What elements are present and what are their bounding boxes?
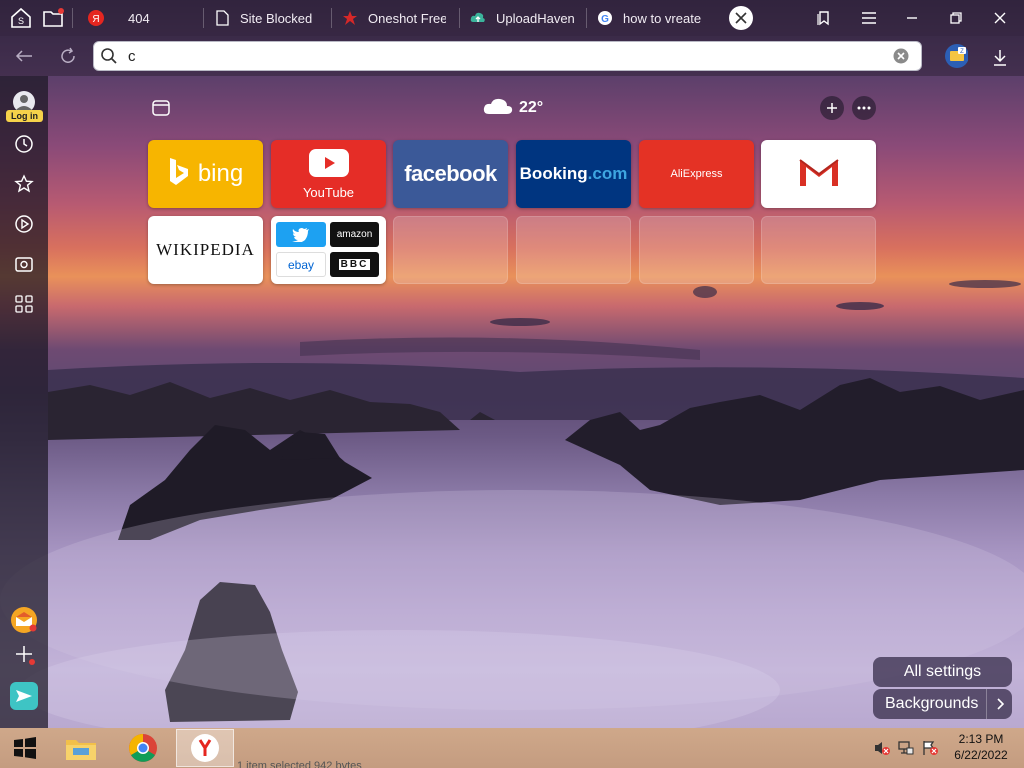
clock-date: 6/22/2022 <box>954 748 1008 762</box>
tab-label: how to vreate <box>623 10 702 26</box>
tab-view-icon[interactable] <box>150 97 172 119</box>
close-tab-icon[interactable] <box>729 6 753 30</box>
tab-oneshot[interactable]: Oneshot Free <box>342 0 446 36</box>
tab-google-search[interactable]: G how to vreate <box>597 0 705 36</box>
bbc-mini-tile: BBC <box>330 252 379 277</box>
login-label[interactable]: Log in <box>6 110 43 122</box>
restore-icon[interactable] <box>944 6 968 30</box>
tile-empty[interactable] <box>393 216 508 284</box>
home-icon[interactable]: S <box>8 5 34 31</box>
taskbar-clock[interactable]: 2:13 PM 6/22/2022 <box>946 731 1016 763</box>
clear-input-icon[interactable] <box>893 48 909 69</box>
page-icon <box>214 10 230 26</box>
messenger-app-icon[interactable] <box>10 682 38 710</box>
tab-uploadhaven[interactable]: UploadHaven <box>470 0 580 36</box>
tab-label: Oneshot Free <box>368 10 446 26</box>
new-tab-folder-icon[interactable] <box>40 5 66 31</box>
add-tile-button[interactable] <box>820 96 844 120</box>
tile-label: WIKIPEDIA <box>156 240 255 259</box>
bookmarks-star-icon[interactable] <box>12 172 36 196</box>
bbc-label: BBC <box>338 259 371 270</box>
tab-404[interactable]: Я 404 <box>88 0 198 36</box>
close-window-icon[interactable] <box>988 6 1012 30</box>
tile-group-folder[interactable]: amazon ebay BBC <box>271 216 386 284</box>
search-icon <box>100 47 118 70</box>
uploadhaven-icon <box>470 10 486 26</box>
svg-text:Я: Я <box>92 14 99 25</box>
downloads-icon[interactable] <box>988 46 1012 70</box>
svg-text:S: S <box>18 16 24 26</box>
yandex-browser-icon[interactable] <box>176 729 234 767</box>
file-explorer-icon[interactable] <box>52 729 110 767</box>
mail-notification-icon[interactable]: Z <box>944 44 968 68</box>
mail-app-icon[interactable] <box>10 606 38 634</box>
chrome-icon[interactable] <box>114 729 172 767</box>
status-text: 1 item selected 942 bytes <box>237 760 362 768</box>
chevron-right-icon[interactable] <box>986 689 1012 719</box>
twitter-icon <box>276 222 326 247</box>
weather-temperature: 22° <box>519 99 544 116</box>
collections-icon[interactable] <box>812 6 836 30</box>
video-play-icon[interactable] <box>12 212 36 236</box>
screenshot-icon[interactable] <box>12 252 36 276</box>
yandex-icon: Я <box>88 10 104 26</box>
apps-grid-icon[interactable] <box>12 292 36 316</box>
tile-label: AliExpress <box>670 168 723 180</box>
tab-bar: S Я 404 Site Blocked Oneshot Free Upload… <box>0 0 1024 36</box>
google-icon: G <box>597 10 613 26</box>
svg-text:Z: Z <box>960 49 964 55</box>
tile-wikipedia[interactable]: WIKIPEDIA <box>148 216 263 284</box>
tile-gmail[interactable] <box>761 140 876 208</box>
tile-aliexpress[interactable]: AliExpress <box>639 140 754 208</box>
button-label: Backgrounds <box>885 695 979 712</box>
tile-label: bing <box>197 160 244 187</box>
youtube-play-icon <box>308 148 349 182</box>
oneshot-icon <box>342 10 358 26</box>
back-icon[interactable] <box>12 44 36 68</box>
tile-booking[interactable]: Booking .com <box>516 140 631 208</box>
action-center-flag-icon[interactable] <box>921 740 939 761</box>
weather-widget[interactable]: 22° <box>483 96 543 120</box>
all-settings-button[interactable]: All settings <box>873 657 1012 687</box>
address-bar[interactable] <box>93 41 922 71</box>
tile-label: Booking <box>519 164 588 183</box>
tile-empty[interactable] <box>639 216 754 284</box>
add-app-icon[interactable] <box>12 642 36 666</box>
windows-start-icon[interactable] <box>0 729 50 767</box>
history-icon[interactable] <box>12 132 36 156</box>
address-input[interactable] <box>128 44 888 68</box>
ebay-mini-tile: ebay <box>276 252 326 277</box>
volume-muted-icon[interactable] <box>873 740 891 761</box>
amazon-mini-tile: amazon <box>330 222 379 247</box>
tile-label-suffix: .com <box>587 164 628 183</box>
gmail-icon <box>797 155 840 193</box>
tile-bing[interactable]: bing <box>148 140 263 208</box>
backgrounds-button[interactable]: Backgrounds <box>873 689 1012 719</box>
tile-youtube[interactable]: YouTube <box>271 140 386 208</box>
network-icon[interactable] <box>897 740 915 761</box>
tab-site-blocked[interactable]: Site Blocked <box>214 0 328 36</box>
svg-text:G: G <box>601 14 609 25</box>
tile-facebook[interactable]: facebook <box>393 140 508 208</box>
tab-label: 404 <box>128 10 150 26</box>
minimize-icon[interactable] <box>900 6 924 30</box>
tab-label: UploadHaven <box>496 10 575 26</box>
more-options-button[interactable] <box>852 96 876 120</box>
tab-label: Site Blocked <box>240 10 313 26</box>
tile-empty[interactable] <box>516 216 631 284</box>
bing-logo-icon <box>168 157 198 192</box>
reload-icon[interactable] <box>56 44 80 68</box>
cloud-icon <box>483 96 513 121</box>
tile-label: facebook <box>404 161 497 186</box>
clock-time: 2:13 PM <box>958 732 1004 746</box>
tile-label: YouTube <box>302 184 355 200</box>
button-label: All settings <box>903 663 982 680</box>
tile-empty[interactable] <box>761 216 876 284</box>
menu-icon[interactable] <box>857 6 881 30</box>
